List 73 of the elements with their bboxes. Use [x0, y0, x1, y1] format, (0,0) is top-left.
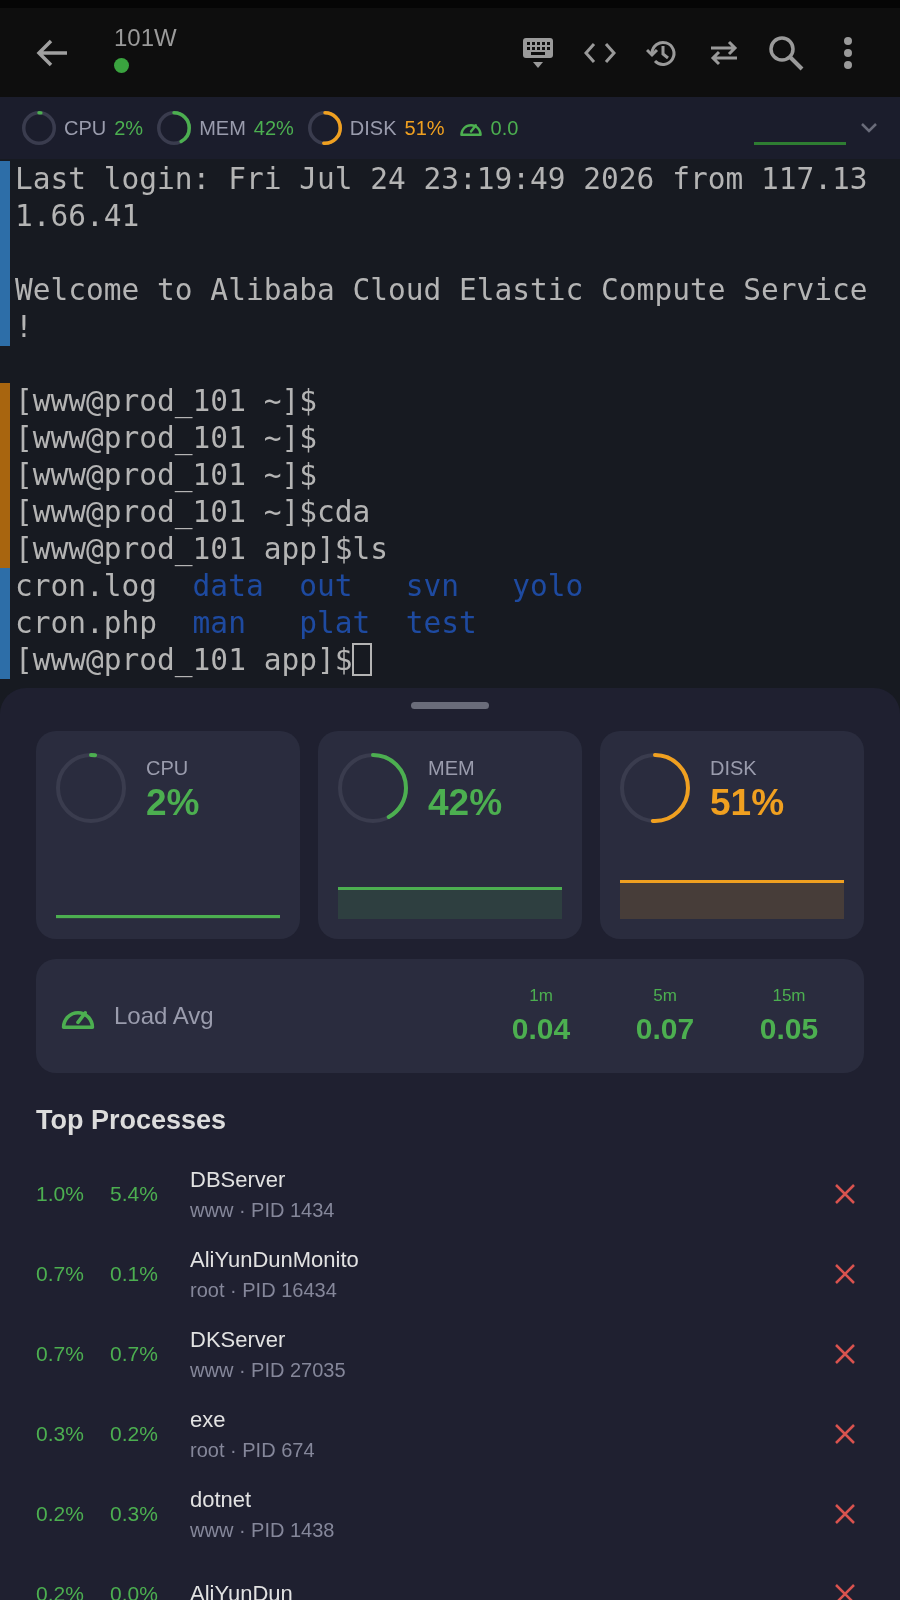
- load-value: 0.0: [490, 116, 519, 140]
- process-detail: root · PID 674: [190, 1438, 315, 1462]
- close-icon[interactable]: [834, 1423, 856, 1445]
- terminal-line: [www@prod_101 app]$: [15, 642, 886, 679]
- metric-label: MEM: [199, 116, 246, 140]
- terminal-line: [www@prod_101 ~]$: [15, 420, 318, 457]
- memory-usage: 0.2%: [110, 1422, 159, 1446]
- file-name: cron.log: [15, 568, 158, 605]
- directory-name: test: [405, 605, 477, 642]
- metric-label: CPU: [146, 757, 190, 780]
- process-detail: www · PID 27035: [190, 1358, 346, 1382]
- terminal-line: Welcome to Alibaba Cloud Elastic Compute Service !: [15, 272, 869, 346]
- load-value: 0.05: [759, 1012, 819, 1046]
- drag-handle[interactable]: [411, 702, 489, 709]
- ring-gauge-icon: [620, 753, 690, 823]
- memory-usage: 0.7%: [110, 1342, 159, 1366]
- load-value: 0.04: [511, 1012, 571, 1046]
- section-title: Top Processes: [36, 1105, 228, 1136]
- process-name: DBServer: [190, 1166, 287, 1193]
- metric-value: 42%: [428, 782, 503, 824]
- process-name: AliYunDunMonito: [190, 1246, 359, 1273]
- cpu-usage: 0.2%: [36, 1502, 85, 1526]
- process-name: exe: [190, 1406, 227, 1433]
- metric-label: DISK: [710, 757, 758, 780]
- memory-usage: 0.3%: [110, 1502, 159, 1526]
- host-title: 101W: [114, 24, 177, 52]
- directory-name: plat: [299, 605, 371, 642]
- cpu-usage: 0.7%: [36, 1342, 85, 1366]
- process-name: DKServer: [190, 1326, 287, 1353]
- ring-gauge-icon: [338, 753, 408, 823]
- process-detail: root · PID 16434: [190, 1278, 338, 1302]
- terminal-line: [www@prod_101 app]$ls: [15, 531, 389, 568]
- chevron-down-icon[interactable]: [860, 122, 878, 134]
- close-icon[interactable]: [834, 1343, 856, 1365]
- ring-gauge-icon: [56, 753, 126, 823]
- period-label: 15m: [772, 986, 806, 1006]
- terminal-line: [www@prod_101 ~]$: [15, 383, 318, 420]
- cpu-usage: 0.7%: [36, 1262, 85, 1286]
- close-icon[interactable]: [834, 1503, 856, 1525]
- directory-name: out: [299, 568, 354, 605]
- metric-label: DISK: [349, 116, 397, 140]
- terminal-line: [www@prod_101 ~]$cda: [15, 494, 372, 531]
- metric-value: 42%: [253, 116, 294, 140]
- period-label: 5m: [653, 986, 677, 1006]
- load-label: Load Avg: [114, 1002, 214, 1030]
- metric-value: 51%: [710, 782, 785, 824]
- metric-value: 2%: [146, 782, 200, 824]
- directory-name: svn: [405, 568, 461, 605]
- cpu-usage: 1.0%: [36, 1182, 85, 1206]
- file-name: cron.php: [15, 605, 158, 642]
- cpu-usage: 0.3%: [36, 1422, 85, 1446]
- directory-name: man: [192, 605, 247, 642]
- ring-gauge-icon: [157, 111, 192, 145]
- close-icon[interactable]: [834, 1263, 856, 1285]
- process-detail: www · PID 1434: [190, 1198, 335, 1222]
- metric-value: 2%: [114, 116, 144, 140]
- close-icon[interactable]: [834, 1183, 856, 1205]
- metric-label: MEM: [428, 757, 476, 780]
- period-label: 1m: [529, 986, 553, 1006]
- ring-gauge-icon: [22, 111, 56, 145]
- ring-gauge-icon: [307, 111, 342, 145]
- memory-usage: 0.1%: [110, 1262, 159, 1286]
- metric-label: CPU: [64, 116, 107, 140]
- process-detail: www · PID 1438: [190, 1518, 335, 1542]
- terminal-line: Last login: Fri Jul 24 23:19:49 2026 from 117.131.66.41: [15, 161, 869, 235]
- terminal-line: [www@prod_101 ~]$: [15, 457, 318, 494]
- directory-name: yolo: [512, 568, 584, 605]
- process-name: dotnet: [190, 1486, 253, 1513]
- load-value: 0.07: [635, 1012, 695, 1046]
- memory-usage: 5.4%: [110, 1182, 159, 1206]
- metric-value: 51%: [404, 116, 445, 140]
- directory-name: data: [192, 568, 264, 605]
- close-icon[interactable]: [834, 1583, 856, 1600]
